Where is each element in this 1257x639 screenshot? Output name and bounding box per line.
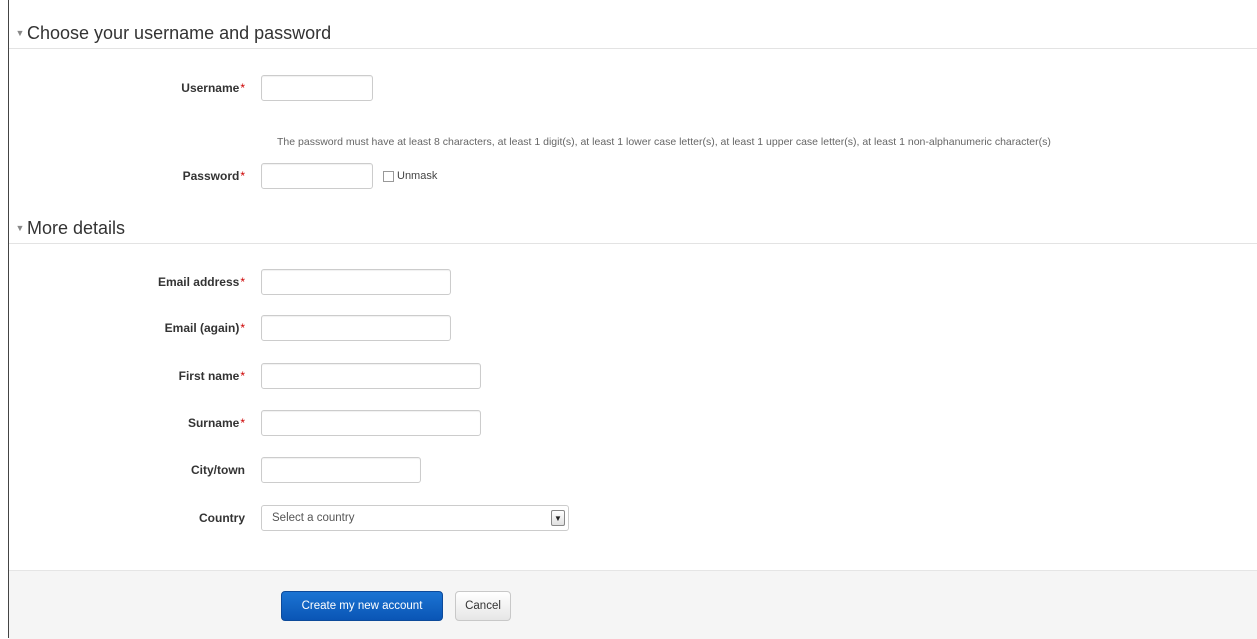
section-header-credentials[interactable]: ▼ Choose your username and password [9,18,1257,49]
email-label-text: Email address [157,275,240,289]
required-marker: * [240,81,245,95]
password-row: Password* Unmask [9,163,1257,189]
required-marker: * [240,321,245,335]
section-title-credentials: Choose your username and password [27,22,332,43]
required-marker: * [240,416,245,430]
password-input[interactable] [261,163,373,189]
form-actions: Create my new account Cancel [9,570,1257,639]
country-label-text: Country [199,511,245,525]
password-label-text: Password [182,169,240,183]
country-label: Country [9,511,261,525]
section-header-details[interactable]: ▼ More details [9,213,1257,244]
unmask-label: Unmask [397,170,438,182]
surname-label-text: Surname [187,416,240,430]
collapse-caret-icon[interactable]: ▼ [13,28,27,38]
city-label-text: City/town [191,463,245,477]
required-marker: * [240,169,245,183]
dropdown-arrow-icon[interactable]: ▼ [551,510,565,526]
cancel-button[interactable]: Cancel [455,591,511,621]
section-title-details: More details [27,217,126,238]
first-name-input[interactable] [261,363,481,389]
required-marker: * [240,275,245,289]
email-input[interactable] [261,269,451,295]
username-label-text: Username [181,81,240,95]
surname-input[interactable] [261,410,481,436]
surname-row: Surname* [9,410,1257,436]
first-name-label-text: First name [178,369,240,383]
surname-label: Surname* [9,416,261,430]
first-name-label: First name* [9,369,261,383]
email-again-input[interactable] [261,315,451,341]
city-row: City/town [9,457,1257,483]
password-help-text: The password must have at least 8 charac… [277,136,1051,148]
country-selected-value: Select a country [272,512,355,524]
email-label: Email address* [9,275,261,289]
city-input[interactable] [261,457,421,483]
required-marker: * [240,369,245,383]
collapse-caret-icon[interactable]: ▼ [13,223,27,233]
unmask-toggle[interactable]: Unmask [383,170,437,182]
email-again-row: Email (again)* [9,315,1257,341]
country-select[interactable]: Select a country ▼ [261,505,569,531]
username-row: Username* [9,75,1257,101]
first-name-row: First name* [9,363,1257,389]
email-again-label-text: Email (again) [164,321,240,335]
username-label: Username* [9,81,261,95]
create-account-button[interactable]: Create my new account [281,591,443,621]
city-label: City/town [9,463,261,477]
email-row: Email address* [9,269,1257,295]
unmask-checkbox[interactable] [383,170,394,182]
username-input[interactable] [261,75,373,101]
country-row: Country Select a country ▼ [9,505,1257,531]
email-again-label: Email (again)* [9,321,261,335]
password-label: Password* [9,169,261,183]
signup-form: ▼ Choose your username and password User… [8,0,1257,639]
